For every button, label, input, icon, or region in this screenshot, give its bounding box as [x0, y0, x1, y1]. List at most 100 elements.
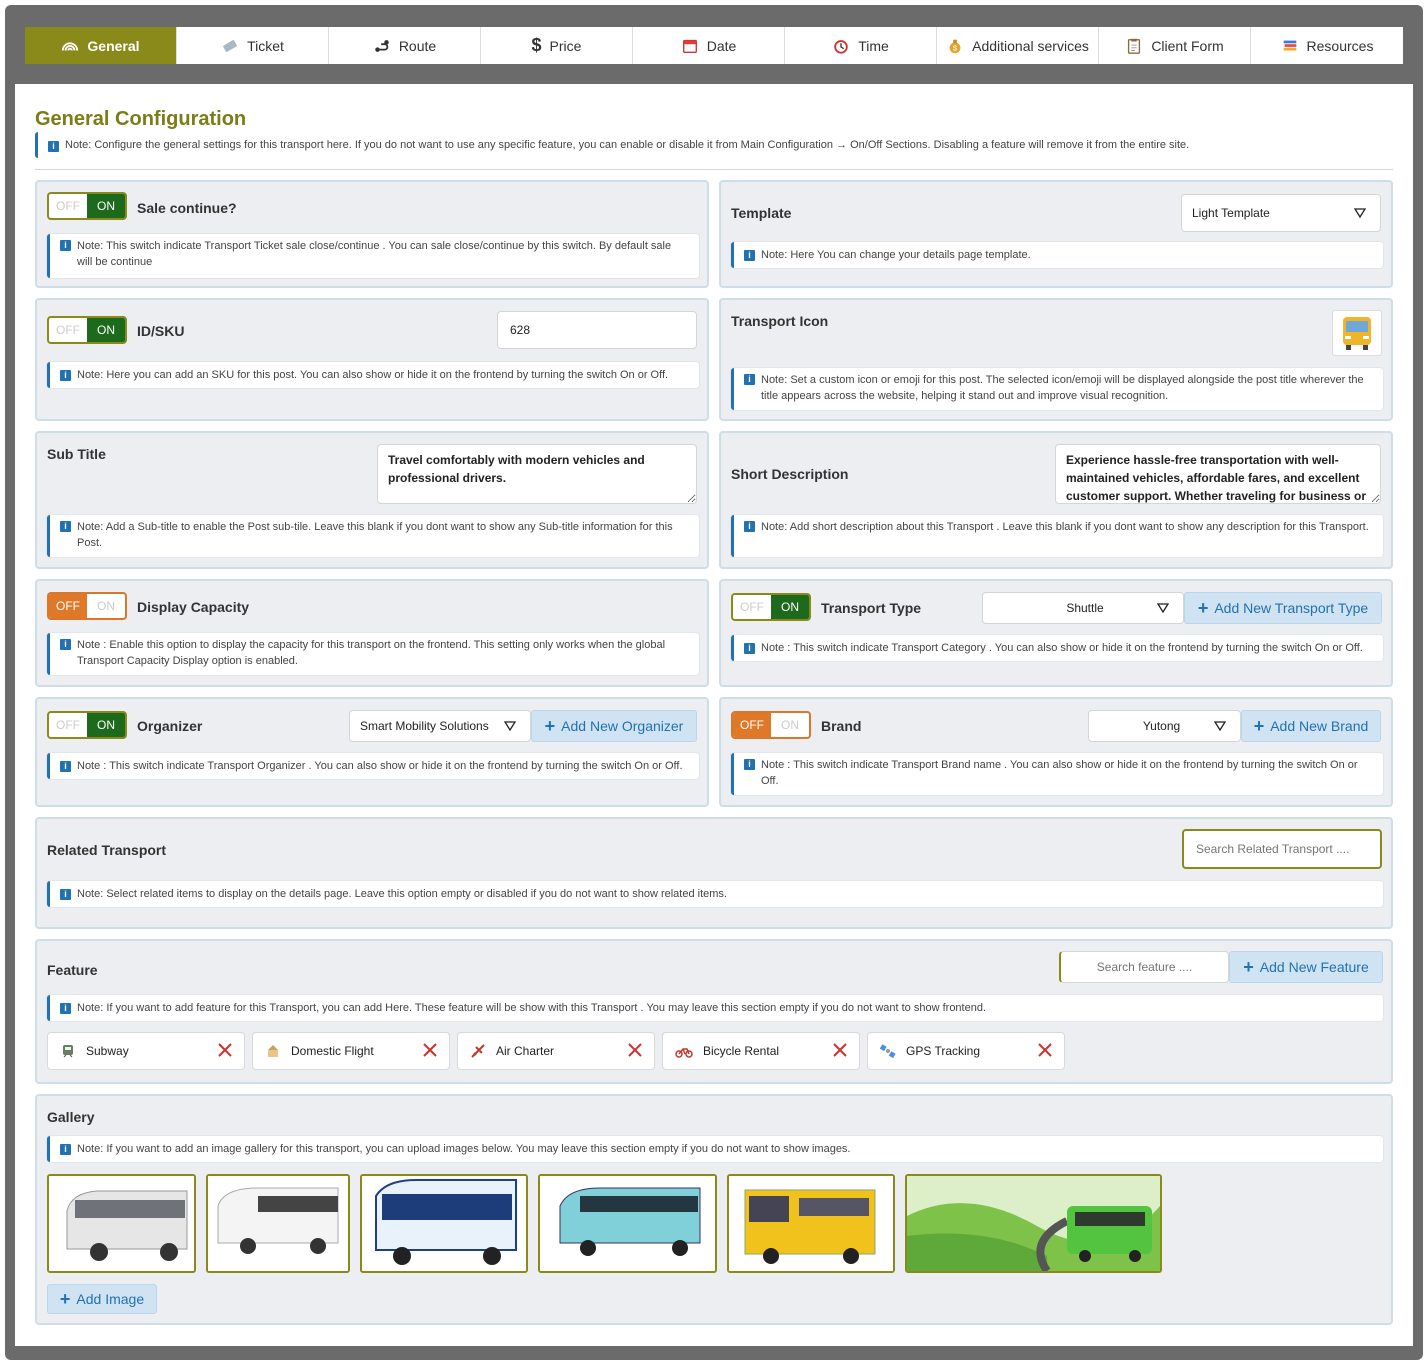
template-select[interactable]: Light Template [1181, 194, 1381, 232]
feature-chip: GPS Tracking [867, 1032, 1065, 1070]
plane-icon [471, 1044, 485, 1058]
brand-select[interactable]: Yutong [1088, 710, 1241, 742]
add-image-button[interactable]: + Add Image [47, 1284, 157, 1314]
transport-type-label: Transport Type [821, 600, 922, 616]
sale-section: OFF ON Sale continue? i Note: This switch … [35, 180, 709, 288]
info-icon: i [60, 1002, 71, 1014]
tab-label: Price [549, 37, 582, 54]
info-icon: i [744, 642, 755, 654]
transport-icon-picker[interactable] [1332, 310, 1382, 356]
brand-section: OFF ON Brand Yutong + Add New Brand i Note … [719, 697, 1393, 807]
sale-label: Sale continue? [137, 200, 237, 216]
tab-label: Route [398, 37, 437, 54]
info-icon: i [60, 888, 71, 900]
bus-photo-icon [362, 1176, 526, 1271]
gallery-image[interactable] [206, 1174, 350, 1273]
sku-note: i Note: Here you can add an SKU for this … [47, 362, 699, 388]
transport-type-select[interactable]: Shuttle [982, 592, 1184, 624]
tab-resources[interactable]: Resources [1251, 27, 1403, 64]
sku-toggle[interactable]: OFF ON [47, 316, 127, 344]
tab-label: Additional services [972, 37, 1089, 54]
info-icon: i [744, 759, 755, 770]
feature-search[interactable] [1059, 951, 1229, 983]
tab-label: Resources [1306, 37, 1374, 54]
organizer-note: i Note : This switch indicate Transport O… [47, 753, 699, 779]
add-brand-button[interactable]: + Add New Brand [1241, 710, 1381, 742]
close-icon[interactable] [831, 1041, 849, 1059]
gallery-image[interactable] [360, 1174, 528, 1273]
tab-additional-services[interactable]: $ Additional services [937, 27, 1099, 64]
organizer-select[interactable]: Smart Mobility Solutions [349, 710, 531, 742]
template-section: Template Light Template i Note: Here You … [719, 180, 1393, 288]
page-note: i Note: Configure the general settings fo… [35, 132, 1393, 158]
tab-price[interactable]: $ Price [481, 27, 633, 64]
brand-label: Brand [821, 718, 862, 734]
gallery-label: Gallery [47, 1109, 95, 1125]
organizer-label: Organizer [137, 718, 203, 734]
close-icon[interactable] [1036, 1041, 1054, 1059]
transport-type-note: i Note : This switch indicate Transport C… [731, 635, 1383, 661]
sku-label: ID/SKU [137, 323, 185, 339]
plus-icon: + [1197, 598, 1209, 618]
chevron-down-icon [1157, 603, 1169, 614]
close-icon[interactable] [626, 1041, 644, 1059]
info-icon: i [48, 140, 59, 152]
info-icon: i [744, 374, 755, 385]
add-transport-type-button[interactable]: + Add New Transport Type [1184, 592, 1382, 624]
close-icon[interactable] [421, 1041, 439, 1059]
plus-icon: + [1253, 716, 1265, 736]
tab-label: Ticket [247, 37, 284, 54]
tab-client-form[interactable]: Client Form [1099, 27, 1251, 64]
tab-general[interactable]: General [25, 27, 177, 64]
subtitle-label: Sub Title [47, 446, 106, 462]
sku-input[interactable] [497, 311, 697, 349]
organizer-section: OFF ON Organizer Smart Mobility Solutions… [35, 697, 709, 807]
bus-photo-icon [208, 1176, 348, 1271]
tab-label: Time [858, 37, 889, 54]
related-transport-label: Related Transport [47, 842, 167, 858]
sale-toggle[interactable]: OFF ON [47, 192, 127, 220]
organizer-toggle[interactable]: OFF ON [47, 711, 127, 739]
short-description-textarea[interactable] [1055, 444, 1381, 504]
subtitle-section: Sub Title iNote: Add a Sub-title to enab… [35, 431, 709, 569]
bus-photo-icon [540, 1176, 715, 1271]
money-bag-icon: $ [949, 39, 961, 53]
metro-icon [63, 1045, 73, 1058]
rainbow-icon [62, 41, 79, 51]
tab-ticket[interactable]: Ticket [177, 27, 329, 64]
subtitle-textarea[interactable] [377, 444, 697, 504]
short-description-label: Short Description [731, 466, 849, 482]
add-feature-button[interactable]: + Add New Feature [1229, 951, 1383, 983]
tab-time[interactable]: Time [785, 27, 937, 64]
calendar-icon [682, 39, 697, 53]
chevron-down-icon [1214, 721, 1226, 732]
add-organizer-button[interactable]: + Add New Organizer [531, 710, 697, 742]
sale-note: i Note: This switch indicate Transport Ti… [47, 234, 699, 278]
tab-date[interactable]: Date [633, 27, 785, 64]
close-icon[interactable] [216, 1041, 234, 1059]
info-icon: i [60, 639, 71, 650]
ticket-icon [223, 39, 238, 52]
bus-photo-icon [907, 1176, 1160, 1271]
brand-toggle[interactable]: OFF ON [731, 711, 811, 739]
gallery-image[interactable] [905, 1174, 1162, 1273]
clipboard-icon [1128, 38, 1141, 54]
divider [35, 169, 1393, 170]
gallery-image[interactable] [727, 1174, 895, 1273]
chevron-down-icon [1354, 208, 1366, 219]
dollar-icon: $ [531, 35, 542, 55]
gallery-image[interactable] [538, 1174, 717, 1273]
capacity-toggle[interactable]: OFF ON [47, 592, 127, 620]
info-icon: i [60, 521, 71, 532]
feature-label: Feature [47, 962, 98, 978]
related-transport-note: i Note: Select related items to display o… [47, 881, 1383, 907]
related-transport-search[interactable] [1182, 829, 1382, 869]
transport-type-toggle[interactable]: OFF ON [731, 593, 811, 621]
capacity-label: Display Capacity [137, 599, 250, 615]
gallery-image[interactable] [47, 1174, 196, 1273]
transport-type-section: OFF ON Transport Type Shuttle + Add New Tr… [719, 579, 1393, 687]
tab-bar: General Ticket Route $ Price Date Time $… [25, 27, 1403, 64]
template-label: Template [731, 205, 792, 221]
tab-route[interactable]: Route [329, 27, 481, 64]
feature-note: i Note: If you want to add feature for th… [47, 995, 1383, 1021]
